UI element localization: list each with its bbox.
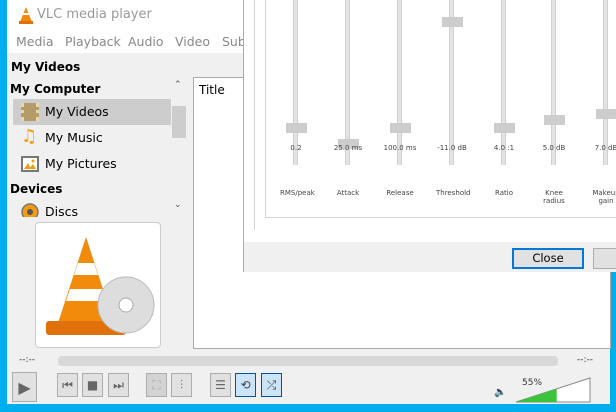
menu-playback[interactable]: Playback <box>65 34 121 49</box>
speaker-icon[interactable]: 🔈 <box>494 387 506 398</box>
slider-thumb[interactable] <box>390 123 411 133</box>
playlist-icon: ☰ <box>215 378 226 392</box>
slider-track[interactable] <box>501 0 506 165</box>
sidebar-section-devices: Devices <box>10 182 63 196</box>
window-title: VLC media player <box>37 7 152 22</box>
sidebar-item-discs[interactable]: Discs <box>13 199 171 217</box>
extended-settings-button[interactable]: ⫶ <box>171 373 192 397</box>
sidebar-item-my-videos[interactable]: My Videos <box>13 99 171 125</box>
seek-bar[interactable] <box>58 356 558 366</box>
sidebar-item-label: My Videos <box>45 104 109 119</box>
remaining-time: --:-- <box>577 355 594 365</box>
slider-track[interactable] <box>293 0 298 165</box>
slider-label: Attack <box>336 189 360 197</box>
album-art <box>35 222 161 348</box>
slider-track[interactable] <box>397 0 402 165</box>
slider-value: -11.0 dB <box>437 144 467 152</box>
scroll-down-icon[interactable]: ⌄ <box>174 200 182 210</box>
volume-slider[interactable] <box>515 377 591 403</box>
dialog-panel: 0.2 RMS/peak 25.0 ms Attack 100.0 ms Rel… <box>244 0 616 242</box>
stop-icon: ■ <box>86 378 99 392</box>
picture-icon <box>21 156 39 172</box>
dialog-button-partial[interactable] <box>593 248 616 269</box>
slider-value: 100.0 ms <box>383 144 417 152</box>
sidebar-item-my-music[interactable]: ♫ My Music <box>13 125 171 151</box>
group-border <box>254 0 255 230</box>
sidebar-item-label: My Pictures <box>45 156 117 171</box>
compressor-group-box <box>265 0 616 218</box>
slider-track[interactable] <box>551 0 556 165</box>
stop-button[interactable]: ■ <box>82 373 103 397</box>
menu-audio[interactable]: Audio <box>128 34 164 49</box>
slider-label: Release <box>386 189 414 197</box>
shuffle-icon: ⤮ <box>266 377 277 392</box>
sidebar-section-my-computer: My Computer <box>10 82 101 96</box>
disc-icon <box>21 203 39 217</box>
vlc-cone-icon <box>19 7 33 24</box>
slider-thumb[interactable] <box>544 115 565 125</box>
close-button[interactable]: Close <box>512 248 584 269</box>
loop-button[interactable]: ⟲ <box>235 373 256 397</box>
next-button[interactable]: ⏭ <box>108 373 129 397</box>
scrollbar-thumb[interactable] <box>172 106 186 138</box>
slider-thumb[interactable] <box>286 123 307 133</box>
sidebar-my-videos-header[interactable]: My Videos <box>11 60 80 74</box>
sidebar-item-label: Discs <box>45 204 78 217</box>
menu-video[interactable]: Video <box>175 34 210 49</box>
vlc-cone-art-icon <box>46 237 155 335</box>
previous-icon: ⏮ <box>62 377 73 392</box>
play-button[interactable]: ▶ <box>12 372 37 402</box>
equalizer-icon: ⫶ <box>179 377 183 392</box>
slider-thumb[interactable] <box>494 123 515 133</box>
slider-label: Knee radius <box>543 189 565 205</box>
elapsed-time: --:-- <box>19 355 36 365</box>
slider-thumb[interactable] <box>596 108 616 119</box>
menu-media[interactable]: Media <box>16 34 54 49</box>
slider-value: 7.0 dB <box>594 144 616 152</box>
play-icon: ▶ <box>18 377 31 397</box>
fullscreen-button[interactable]: ⛶ <box>146 373 167 397</box>
column-header-title[interactable]: Title <box>199 83 225 97</box>
fullscreen-icon: ⛶ <box>152 377 161 392</box>
slider-track[interactable] <box>603 0 608 165</box>
previous-button[interactable]: ⏮ <box>57 373 78 397</box>
sidebar-item-my-pictures[interactable]: My Pictures <box>13 151 171 177</box>
slider-value: 25.0 ms <box>333 144 363 152</box>
slider-value: 5.0 dB <box>542 144 566 152</box>
sidebar-item-label: My Music <box>45 130 103 145</box>
scroll-up-icon[interactable]: ⌃ <box>174 80 182 90</box>
film-icon <box>21 103 39 121</box>
playlist-button[interactable]: ☰ <box>210 373 231 397</box>
shuffle-button[interactable]: ⤮ <box>261 373 282 397</box>
next-icon: ⏭ <box>113 377 124 392</box>
sidebar-scrollbar[interactable]: ⌃ ⌄ <box>171 78 187 218</box>
slider-label: RMS/peak <box>280 189 315 197</box>
slider-label: Threshold <box>436 189 471 197</box>
slider-thumb[interactable] <box>442 17 463 28</box>
slider-value: 0.2 <box>290 144 302 152</box>
compressor-dialog: 0.2 RMS/peak 25.0 ms Attack 100.0 ms Rel… <box>243 0 616 272</box>
music-note-icon: ♫ <box>21 126 38 147</box>
slider-label: Makeup gain <box>592 189 616 205</box>
loop-icon: ⟲ <box>240 378 251 392</box>
